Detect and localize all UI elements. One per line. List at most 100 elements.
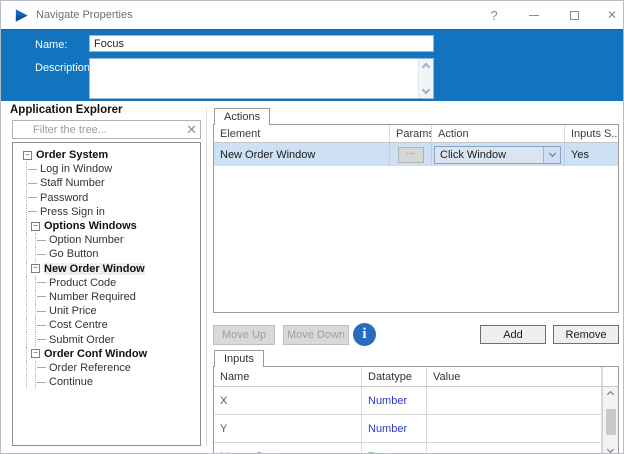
tree-item-label: Options Windows xyxy=(44,220,137,233)
tree-item[interactable]: − Order System xyxy=(13,148,200,162)
tree-item[interactable]: Order Reference xyxy=(13,360,200,375)
tree-item-label: Order Conf Window xyxy=(44,347,148,360)
tree-guide-line xyxy=(35,318,36,333)
tree-connector xyxy=(28,182,37,184)
description-textarea[interactable] xyxy=(89,58,434,99)
tree-connector xyxy=(28,211,37,213)
tab-actions[interactable]: Actions xyxy=(214,108,271,125)
remove-button[interactable]: Remove xyxy=(553,325,619,344)
tree-item-label: Submit Order xyxy=(49,333,115,346)
actions-table-row[interactable]: New Order Window... Click Window Yes xyxy=(214,143,618,166)
add-button[interactable]: Add xyxy=(480,325,546,344)
tree-item[interactable]: Continue xyxy=(13,375,200,390)
column-header-value: Value xyxy=(427,367,602,386)
tree-item[interactable]: − New Order Window xyxy=(13,261,200,276)
action-params-cell: ... xyxy=(390,143,432,166)
tree-item-label: Order Reference xyxy=(49,361,131,374)
tree-guide-line xyxy=(26,261,27,276)
tree-connector xyxy=(28,168,37,170)
scroll-up-icon[interactable] xyxy=(606,390,615,399)
action-dropdown-value: Click Window xyxy=(440,148,507,161)
tree-item[interactable]: Go Button xyxy=(13,247,200,262)
column-header-name: Name xyxy=(214,367,362,386)
input-datatype-cell: Number xyxy=(362,387,427,414)
action-dropdown[interactable]: Click Window xyxy=(434,145,561,164)
tree-item-label: Order System xyxy=(36,149,109,162)
collapse-icon[interactable]: − xyxy=(23,150,32,160)
input-value-cell[interactable] xyxy=(427,387,602,414)
tree-guide-line xyxy=(26,247,27,262)
tree-item[interactable]: Cost Centre xyxy=(13,318,200,333)
inputs-table-row[interactable]: Mouse ButtonText xyxy=(214,443,618,453)
help-icon[interactable]: ? xyxy=(479,5,509,25)
tree-guide-line xyxy=(35,247,36,262)
tree-filter-box: ✕ xyxy=(12,120,201,139)
description-scrollbar[interactable] xyxy=(418,59,433,98)
tree-item[interactable]: Unit Price xyxy=(13,304,200,319)
tab-inputs[interactable]: Inputs xyxy=(214,350,264,367)
collapse-icon[interactable]: − xyxy=(31,349,40,359)
scroll-down-icon[interactable] xyxy=(421,85,431,95)
chevron-down-icon[interactable] xyxy=(543,146,560,163)
name-input[interactable] xyxy=(89,35,434,52)
params-ellipsis-button[interactable]: ... xyxy=(397,146,424,163)
inputs-table-row[interactable]: X Number xyxy=(214,387,618,415)
tree-filter-input[interactable] xyxy=(13,121,181,138)
column-header-element: Element xyxy=(214,125,390,142)
tree-connector xyxy=(37,339,46,341)
tree-connector xyxy=(37,253,46,255)
input-value-cell[interactable] xyxy=(427,415,602,442)
name-label: Name: xyxy=(35,39,68,51)
move-up-button[interactable]: Move Up xyxy=(213,325,275,345)
tree-item-label: Log in Window xyxy=(40,163,113,176)
actions-table: Element Params Action Inputs S... New Or… xyxy=(213,124,619,313)
application-explorer-tree: − Order System Log in Window Staff Number Pa… xyxy=(12,142,201,446)
minimize-glyph xyxy=(529,14,539,16)
info-icon[interactable]: i xyxy=(353,323,376,346)
application-explorer-title: Application Explorer xyxy=(10,104,123,116)
input-value-cell[interactable] xyxy=(427,443,602,453)
maximize-icon[interactable] xyxy=(559,5,589,25)
tree-item-label: Staff Number xyxy=(40,177,105,190)
panel-splitter[interactable] xyxy=(206,108,207,446)
tree-item[interactable]: Submit Order xyxy=(13,332,200,347)
tree-item[interactable]: Product Code xyxy=(13,275,200,290)
scrollbar-thumb[interactable] xyxy=(605,409,616,435)
tree-guide-line xyxy=(35,332,36,347)
window-title: Navigate Properties xyxy=(36,9,133,21)
minimize-icon[interactable] xyxy=(519,5,549,25)
clear-filter-icon[interactable]: ✕ xyxy=(186,122,197,138)
tree-item-label: Go Button xyxy=(49,248,99,261)
scroll-up-icon[interactable] xyxy=(421,62,431,72)
tree-item-label: Option Number xyxy=(49,234,124,247)
move-down-button[interactable]: Move Down xyxy=(283,325,349,345)
title-bar: Navigate Properties ? ✕ xyxy=(1,1,623,29)
tree-item[interactable]: Password xyxy=(13,190,200,205)
tree-item-label: Unit Price xyxy=(49,305,97,318)
description-label: Description: xyxy=(35,62,94,74)
tree-connector xyxy=(37,239,46,241)
tree-item[interactable]: Press Sign in xyxy=(13,204,200,219)
input-name-cell: Y xyxy=(214,415,362,442)
close-icon[interactable]: ✕ xyxy=(597,5,623,25)
tree-guide-line xyxy=(26,218,27,234)
collapse-icon[interactable]: − xyxy=(31,221,40,231)
tree-item[interactable]: Staff Number xyxy=(13,176,200,191)
tree-item[interactable]: − Order Conf Window xyxy=(13,346,200,361)
collapse-icon[interactable]: − xyxy=(31,264,40,274)
tree-item[interactable]: Option Number xyxy=(13,233,200,248)
tree-item[interactable]: Log in Window xyxy=(13,162,200,177)
tree-item[interactable]: − Options Windows xyxy=(13,218,200,234)
column-header-datatype: Datatype xyxy=(362,367,427,386)
tree-guide-line xyxy=(26,176,27,191)
inputs-table-row[interactable]: Y Number xyxy=(214,415,618,443)
tree-item[interactable]: Number Required xyxy=(13,289,200,305)
tree-item-label: Press Sign in xyxy=(40,205,105,218)
input-datatype-cell: Text xyxy=(362,443,427,453)
tree-connector xyxy=(37,324,46,326)
tree-guide-line xyxy=(35,375,36,390)
inputs-scrollbar[interactable] xyxy=(602,387,618,453)
action-cell: Click Window xyxy=(432,143,565,166)
scroll-down-icon[interactable] xyxy=(606,445,615,453)
tree-guide-line xyxy=(26,332,27,347)
